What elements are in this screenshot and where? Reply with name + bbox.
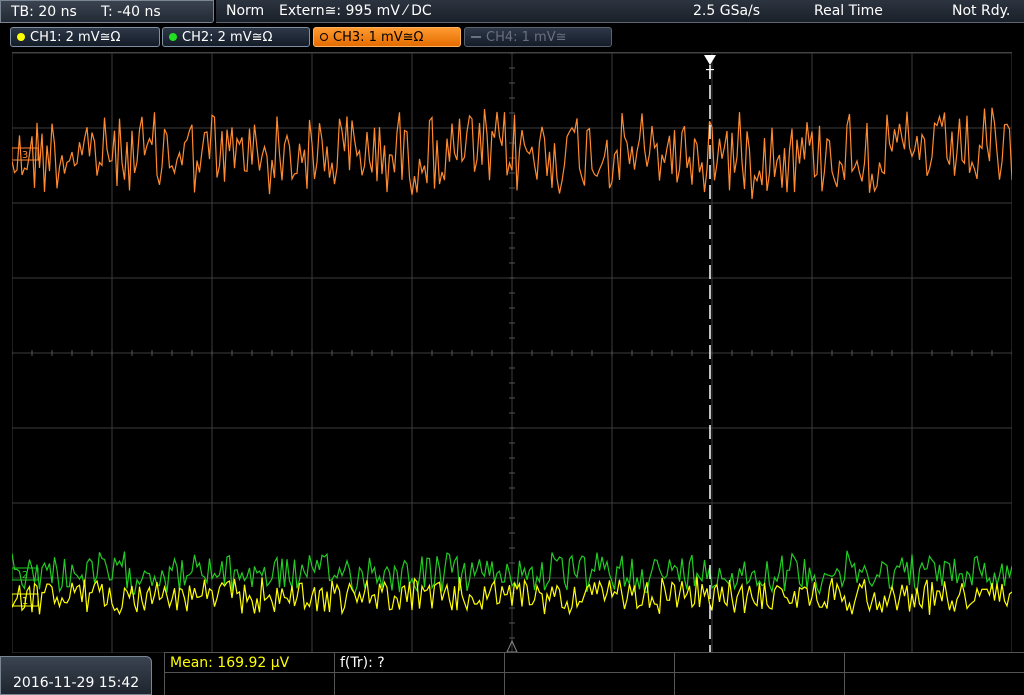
date-time-box[interactable]: 2016-11-29 15:42 xyxy=(0,656,152,695)
acquisition-type: Real Time xyxy=(814,3,883,19)
mean-measurement: Mean: 169.92 µV xyxy=(170,655,290,671)
acquisition-mode: Norm xyxy=(226,3,265,19)
timebase-box[interactable]: TB: 20 ns T: -40 ns xyxy=(0,0,214,23)
measurement-cell-5[interactable] xyxy=(844,652,1024,695)
channel-2-tab[interactable]: CH2: 2 mV≅Ω xyxy=(162,27,310,47)
channel-3-indicator-icon xyxy=(320,33,328,41)
run-status: Not Rdy. xyxy=(952,3,1011,19)
channel-4-label: CH4: 1 mV≅ xyxy=(486,29,567,45)
channel-2-indicator-icon xyxy=(169,33,177,41)
measurement-cell-3[interactable] xyxy=(504,652,674,695)
measurement-bar: Mean: 169.92 µV f(Tr): ? xyxy=(164,652,1024,695)
ftr-measurement: f(Tr): ? xyxy=(340,655,385,671)
trigger-position-label: T xyxy=(705,68,714,83)
trigger-position-arrow-icon xyxy=(704,55,716,65)
channel-1-label: CH1: 2 mV≅Ω xyxy=(30,29,121,45)
waveform-display[interactable]: T 3 2 1 xyxy=(12,52,1012,653)
date-time: 2016-11-29 15:42 xyxy=(13,675,140,691)
top-status-bar: TB: 20 ns T: -40 ns Norm Extern≅: 995 mV… xyxy=(0,0,1024,24)
trigger-info: Extern≅: 995 mV ⁄ DC xyxy=(279,3,432,19)
channel-2-label: CH2: 2 mV≅Ω xyxy=(182,29,273,45)
sample-rate: 2.5 GSa/s xyxy=(693,3,761,19)
channel-1-indicator-icon xyxy=(17,33,25,41)
measurement-cell-ftr[interactable]: f(Tr): ? xyxy=(334,652,504,695)
channel-4-tab[interactable]: CH4: 1 mV≅ xyxy=(464,27,612,47)
channel-3-tab[interactable]: CH3: 1 mV≅Ω xyxy=(313,27,461,47)
timebase-value: TB: 20 ns xyxy=(11,4,77,20)
channel-4-indicator-icon xyxy=(471,36,481,38)
measurement-cell-mean[interactable]: Mean: 169.92 µV xyxy=(164,652,334,695)
trigger-offset-value: T: -40 ns xyxy=(101,4,161,20)
waveform-plot: T 3 2 1 xyxy=(12,53,1012,653)
acquisition-status-bar[interactable]: Norm Extern≅: 995 mV ⁄ DC 2.5 GSa/s Real… xyxy=(216,0,1024,23)
channel-2-offset-label: 2 xyxy=(22,570,28,581)
channel-3-label: CH3: 1 mV≅Ω xyxy=(333,29,424,45)
channel-1-tab[interactable]: CH1: 2 mV≅Ω xyxy=(10,27,160,47)
channel-3-offset-marker: 3 xyxy=(12,147,39,161)
channel-3-offset-label: 3 xyxy=(22,150,28,161)
graticule-grid xyxy=(12,53,1012,653)
measurement-cell-4[interactable] xyxy=(674,652,844,695)
channel-1-offset-label: 1 xyxy=(22,596,28,607)
